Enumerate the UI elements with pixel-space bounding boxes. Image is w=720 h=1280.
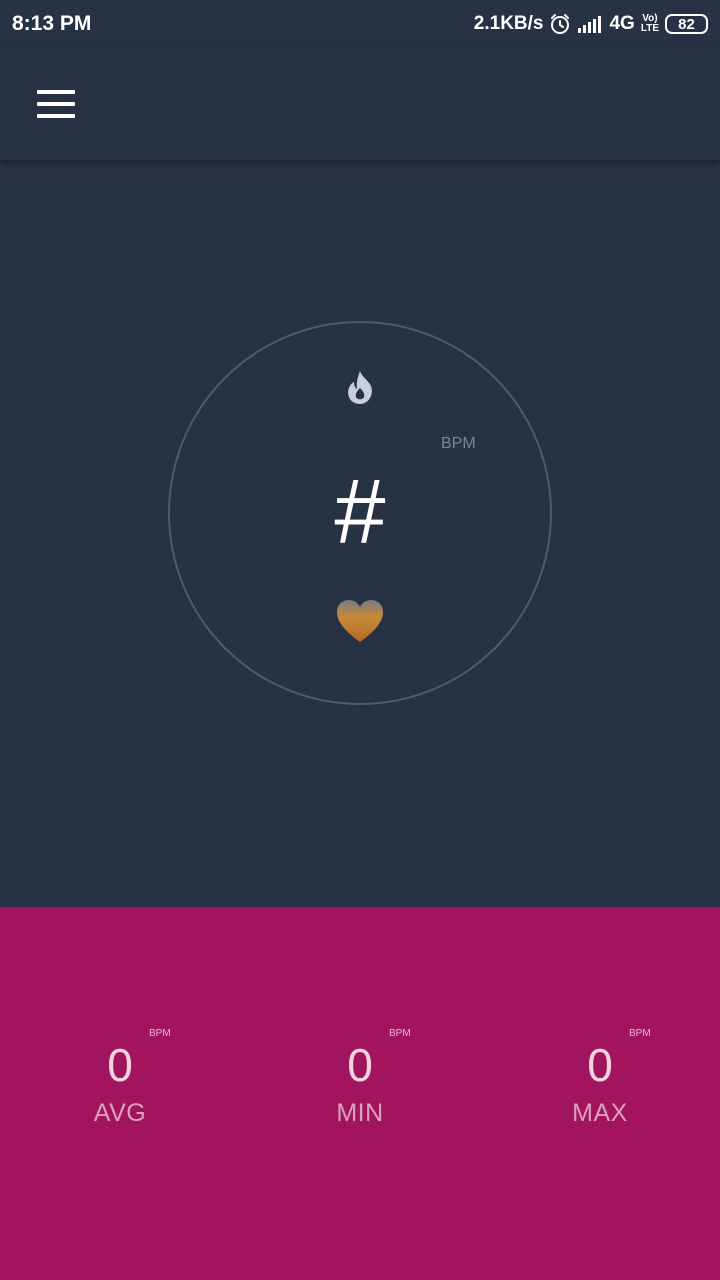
bpm-unit-label: BPM (441, 435, 476, 452)
stat-avg-label: AVG (93, 1099, 147, 1127)
bpm-value: # (334, 461, 386, 563)
stat-avg-value: 0 (107, 1039, 133, 1091)
alarm-icon (551, 14, 570, 34)
network-type: 4G (609, 13, 635, 34)
volte-indicator: Vo) LTE (640, 13, 659, 34)
app-bar (0, 48, 720, 160)
status-icons: 2.1KB/s 4G Vo) LTE 82 (474, 10, 708, 38)
flame-icon (348, 371, 372, 404)
hamburger-menu-icon[interactable] (26, 74, 86, 134)
signal-icon (578, 16, 602, 33)
stats-panel: BPM 0 AVG BPM 0 MIN BPM 0 MAX (0, 907, 720, 1280)
network-speed: 2.1KB/s (473, 13, 544, 34)
heart-icon[interactable] (335, 598, 385, 644)
stat-max-label: MAX (572, 1099, 628, 1127)
stat-max-value: 0 (587, 1039, 613, 1091)
status-bar: 8:13 PM 2.1KB/s 4G Vo) LTE 82 (0, 0, 720, 48)
status-time: 8:13 PM (12, 12, 92, 35)
stat-min-label: MIN (336, 1099, 384, 1127)
battery-level: 82 (678, 15, 695, 33)
battery-indicator: 82 (665, 14, 708, 34)
stat-min-value: 0 (347, 1039, 373, 1091)
